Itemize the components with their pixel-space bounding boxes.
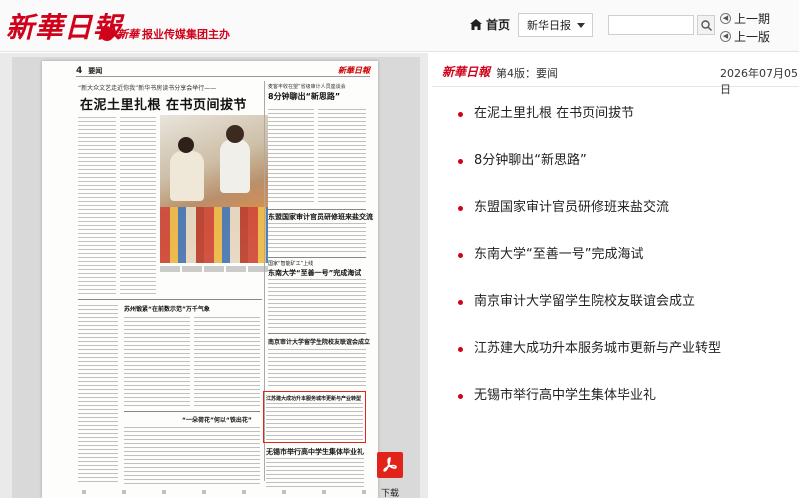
prev-issue-link[interactable]: ◀ 上一期 <box>720 10 770 27</box>
side-text-column <box>268 279 366 329</box>
list-item: 东南大学“至善一号”完成海试 <box>458 246 721 293</box>
newspaper-page[interactable]: 4 要闻 新華日報 “新大众文艺走近你我”新华书房读书分享会举行—— 在泥土里扎… <box>42 61 378 498</box>
list-item: 8分钟聊出“新思路” <box>458 152 721 199</box>
page-section: 要闻 <box>88 66 103 75</box>
mid-headline-3[interactable]: 南京审计大学留学生院校友联谊会成立 <box>268 337 370 346</box>
lead-kicker: “新大众文艺走近你我”新华书房读书分享会举行—— <box>78 85 217 92</box>
bottom-headline[interactable]: 无锡市举行高中学生集体毕业礼 <box>266 447 364 457</box>
mid-headline-2[interactable]: 东南大学“至善一号”完成海试 <box>268 268 361 278</box>
list-item: 南京审计大学留学生院校友联谊会成立 <box>458 293 721 340</box>
search-button[interactable] <box>697 15 715 35</box>
top-header: 新華日報 新華 报业传媒集团主办 首页 新华日报 ◀ 上一期 ◀ 上一版 <box>0 0 799 52</box>
side-text-column <box>268 349 366 387</box>
bullet-icon <box>458 300 463 305</box>
search-input[interactable] <box>608 15 694 35</box>
lead-text-column <box>120 117 156 297</box>
page-footer <box>82 490 370 494</box>
home-label: 首页 <box>486 18 511 32</box>
pdf-icon <box>377 452 403 478</box>
photo-figure <box>178 137 194 153</box>
photo-figure <box>226 125 244 143</box>
lower-text-column <box>124 427 260 485</box>
publisher-brand: 新華 <box>117 28 139 41</box>
side-text-column <box>268 109 314 205</box>
newspaper-viewer: 4 要闻 新華日報 “新大众文艺走近你我”新华书房读书分享会举行—— 在泥土里扎… <box>0 53 428 498</box>
bullet-icon <box>458 159 463 164</box>
list-header: 新華日報 第4版：要闻 2026年07月05日 <box>432 53 799 96</box>
photo-books <box>160 207 268 263</box>
issue-date: 2026年07月05日 <box>720 67 798 96</box>
bullet-icon <box>458 253 463 258</box>
page-number: 4 <box>76 65 83 76</box>
article-link[interactable]: 南京审计大学留学生院校友联谊会成立 <box>474 293 695 311</box>
newspaper-select-value: 新华日报 <box>527 19 571 32</box>
publisher-text: 报业传媒集团主办 <box>142 28 230 41</box>
bullet-icon <box>458 347 463 352</box>
bottom-left-headline[interactable]: “一朵荷花”何以“铁出花” <box>182 415 252 424</box>
bottom-text <box>266 458 364 488</box>
circle-arrow-left-icon: ◀ <box>720 13 731 24</box>
boxed-headline[interactable]: 江苏建大成功升本服务城市更新与产业转型 <box>266 395 361 402</box>
article-list-panel: 新華日報 第4版：要闻 2026年07月05日 在泥土里扎根 在书页间拔节 8分… <box>432 53 799 498</box>
side-text-column <box>318 109 366 205</box>
home-icon <box>470 19 482 30</box>
home-link[interactable]: 首页 <box>470 16 510 33</box>
chevron-down-icon <box>577 22 585 28</box>
prev-issue-label: 上一期 <box>734 12 771 26</box>
story-rule <box>268 257 366 258</box>
prev-page-link[interactable]: ◀ 上一版 <box>720 28 770 45</box>
article-link[interactable]: 东南大学“至善一号”完成海试 <box>474 246 643 264</box>
lower-text-column <box>124 317 190 407</box>
story-rule <box>78 299 262 300</box>
download-label[interactable]: 下载 <box>381 486 399 498</box>
photo-figure <box>170 151 204 201</box>
mid-headline-1[interactable]: 东盟国家审计官员研修班来盐交流 <box>268 212 373 222</box>
page-masthead: 新華日報 <box>338 65 370 75</box>
search-icon <box>700 19 712 31</box>
list-item: 在泥土里扎根 在书页间拔节 <box>458 105 721 152</box>
left-headline[interactable]: 苏州锻紧“在前数示范”万千气象 <box>124 304 210 313</box>
edition-label: 第4版：要闻 <box>496 67 558 80</box>
article-link[interactable]: 东盟国家审计官员研修班来盐交流 <box>474 199 669 217</box>
side-kicker: 麦客丰收在望”省级审计人员座谈会 <box>268 84 346 90</box>
bullet-icon <box>458 394 463 399</box>
publisher-line: 新華 报业传媒集团主办 <box>100 26 230 42</box>
photo-figure <box>220 139 250 193</box>
mid-kicker-2: 国家“智能矿工”上线 <box>268 261 314 267</box>
list-item: 东盟国家审计官员研修班来盐交流 <box>458 199 721 246</box>
boxed-text <box>266 403 363 441</box>
photo-caption <box>160 266 268 272</box>
bullet-icon <box>458 206 463 211</box>
list-item: 无锡市举行高中学生集体毕业礼 <box>458 387 721 434</box>
download-pdf-button[interactable] <box>376 452 404 484</box>
circle-arrow-left-icon: ◀ <box>720 31 731 42</box>
lower-text-column <box>78 305 118 485</box>
article-link[interactable]: 无锡市举行高中学生集体毕业礼 <box>474 387 656 405</box>
article-link[interactable]: 在泥土里扎根 在书页间拔节 <box>474 105 634 123</box>
lead-photo[interactable] <box>160 115 268 272</box>
prev-page-label: 上一版 <box>734 30 771 44</box>
page-header: 4 要闻 新華日報 <box>76 65 370 77</box>
lead-headline[interactable]: 在泥土里扎根 在书页间拔节 <box>80 94 247 113</box>
publisher-badge-icon <box>100 27 114 41</box>
side-headline[interactable]: 8分钟聊出“新思路” <box>268 91 340 102</box>
story-rule <box>268 209 366 210</box>
article-list: 在泥土里扎根 在书页间拔节 8分钟聊出“新思路” 东盟国家审计官员研修班来盐交流… <box>458 105 721 434</box>
bullet-icon <box>458 112 463 117</box>
lower-text-column <box>194 317 260 407</box>
story-rule <box>124 411 260 412</box>
article-link[interactable]: 8分钟聊出“新思路” <box>474 152 587 170</box>
article-link[interactable]: 江苏建大成功升本服务城市更新与产业转型 <box>474 340 721 358</box>
side-text-column <box>268 223 366 253</box>
story-rule <box>268 333 366 334</box>
list-logo: 新華日報 <box>442 65 491 79</box>
newspaper-select[interactable]: 新华日报 <box>518 13 593 37</box>
lead-text-column <box>78 117 116 297</box>
list-item: 江苏建大成功升本服务城市更新与产业转型 <box>458 340 721 387</box>
